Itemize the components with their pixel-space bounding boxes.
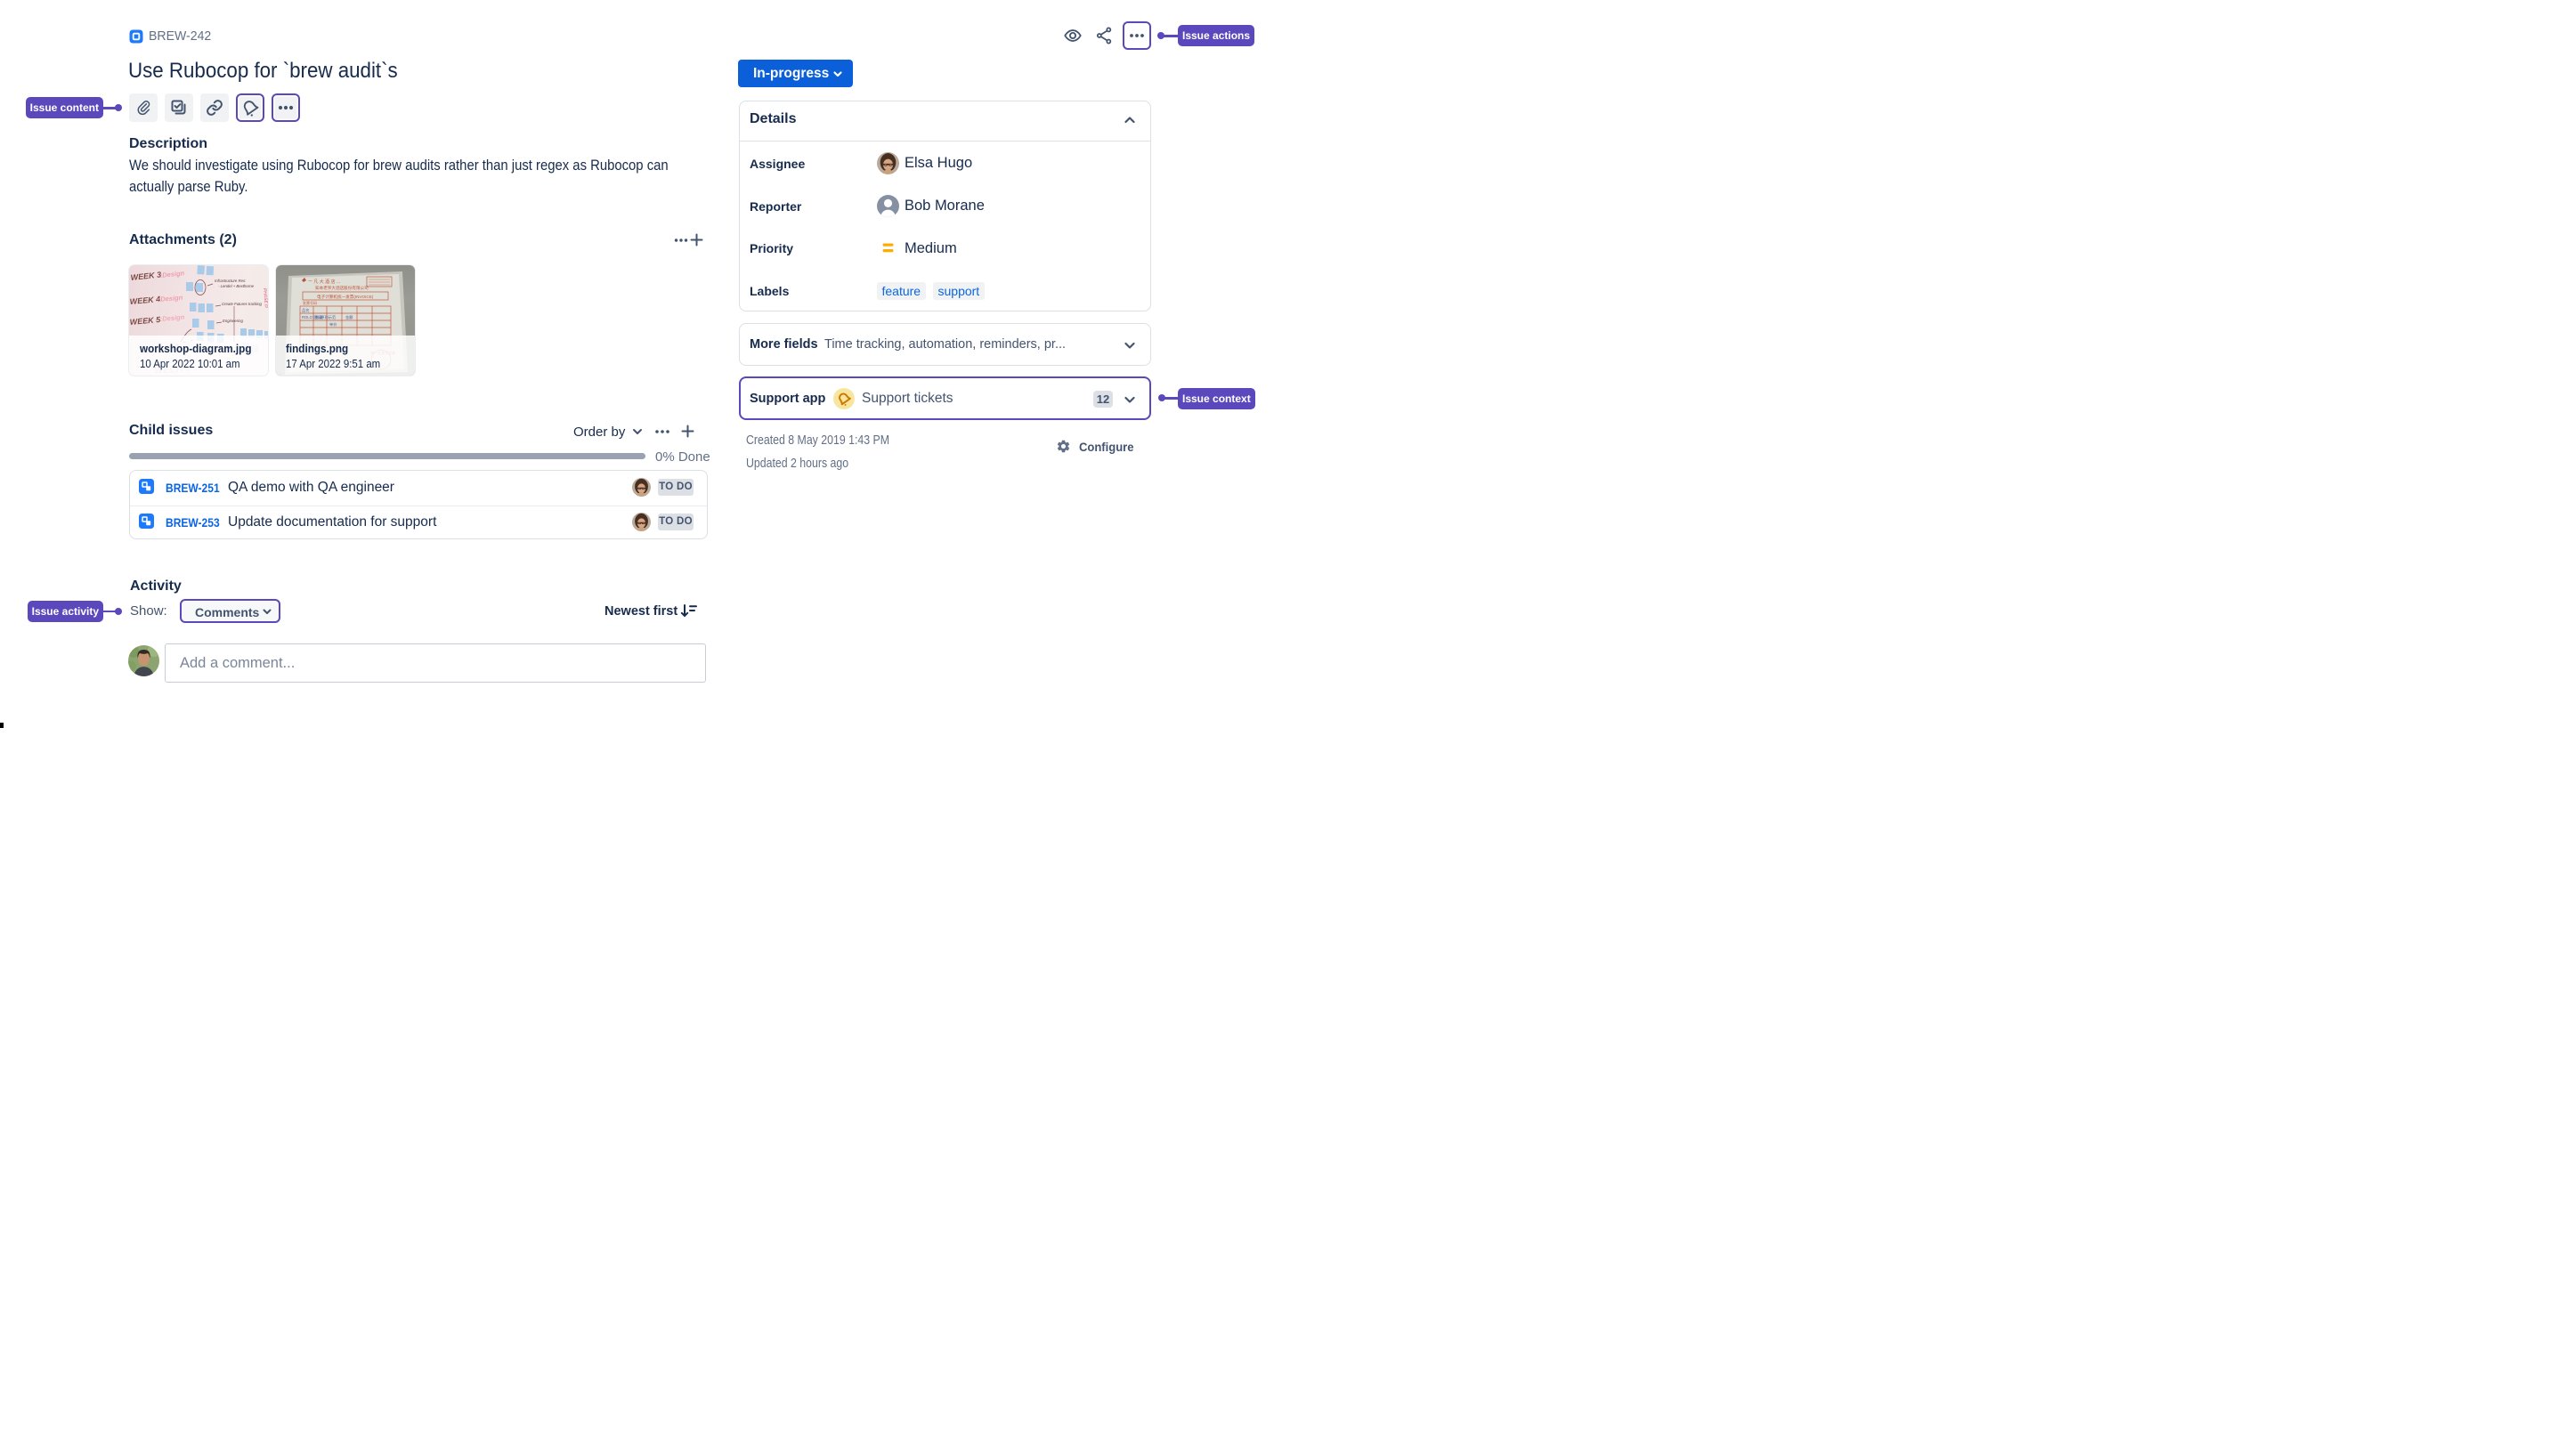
svg-text:WEEK 4: WEEK 4 xyxy=(129,295,160,306)
svg-text:ROLO 国际原则示范: ROLO 国际原则示范 xyxy=(302,314,336,320)
svg-text:Infrastructure Res:: Infrastructure Res: xyxy=(215,279,247,283)
svg-text:一 凡 大 酒 店 ...: 一 凡 大 酒 店 ... xyxy=(308,279,340,285)
svg-text:电子计算机统一发票(INVOICE): 电子计算机统一发票(INVOICE) xyxy=(317,294,374,300)
svg-text:单价: 单价 xyxy=(329,321,337,328)
svg-text:发票号码: 发票号码 xyxy=(303,300,317,305)
svg-text:知本老爷大酒店股份有限公司: 知本老爷大酒店股份有限公司 xyxy=(315,285,369,291)
svg-text:WEEK 3: WEEK 3 xyxy=(130,270,161,282)
svg-text:PHASE D: PHASE D xyxy=(262,288,268,309)
svg-text::Design: :Design xyxy=(159,313,185,323)
svg-text::Design: :Design xyxy=(158,294,183,303)
svg-text:WEEK 5: WEEK 5 xyxy=(129,315,161,327)
svg-text:- Lendel + Bexthorne: - Lendel + Bexthorne xyxy=(218,284,255,288)
svg-text:金额: 金额 xyxy=(345,314,353,320)
svg-text::Design: :Design xyxy=(159,269,185,279)
svg-text:Create Futures tracking: Create Futures tracking xyxy=(222,302,263,306)
svg-text:Engineering: Engineering xyxy=(223,319,244,323)
svg-text:品名: 品名 xyxy=(302,307,309,313)
